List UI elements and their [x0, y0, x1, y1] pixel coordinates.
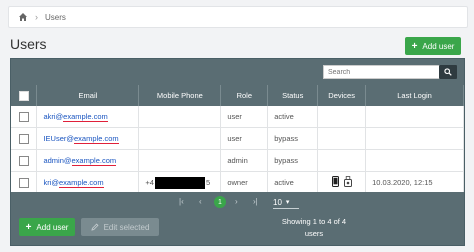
table-header-row: Email Mobile Phone Role Status Devices L… — [11, 85, 464, 106]
email-cell[interactable]: admin@example.com — [36, 149, 140, 172]
table-row[interactable]: IEUser@example.com user bypass — [11, 127, 464, 150]
last-login-cell — [365, 127, 464, 150]
phone-cell — [138, 127, 222, 150]
add-user-button-bottom[interactable]: + Add user — [19, 218, 75, 236]
email-user: kri@ — [43, 178, 59, 187]
phone-prefix: +4 — [145, 177, 154, 187]
email-domain: example.com — [74, 134, 119, 144]
row-checkbox[interactable] — [18, 133, 29, 144]
showing-count: Showing 1 to 4 of 4 users — [259, 216, 369, 240]
add-user-label: Add user — [36, 222, 69, 232]
search-bar — [11, 59, 464, 85]
row-select-cell — [11, 149, 38, 172]
row-checkbox[interactable] — [18, 155, 29, 166]
row-select-cell — [11, 171, 38, 194]
row-select-cell — [11, 106, 38, 128]
search-icon — [444, 68, 452, 76]
plus-icon: + — [411, 40, 418, 52]
phone-cell — [138, 149, 222, 172]
phone-suffix: 5 — [205, 177, 211, 187]
devices-cell — [317, 171, 367, 194]
column-header-status[interactable]: Status — [267, 85, 319, 106]
breadcrumb-separator-icon: › — [35, 12, 38, 22]
current-page-button[interactable]: 1 — [214, 196, 226, 208]
select-all-cell — [11, 85, 38, 106]
users-panel: Email Mobile Phone Role Status Devices L… — [10, 58, 465, 246]
last-login-cell: 10.03.2020, 12:15 — [365, 171, 464, 194]
email-domain: example.com — [71, 156, 117, 166]
email-cell[interactable]: IEUser@example.com — [36, 127, 140, 150]
phone-redaction — [154, 176, 205, 189]
email-cell[interactable]: akri@example.com — [36, 106, 140, 128]
column-header-email[interactable]: Email — [36, 85, 140, 106]
first-page-icon[interactable]: |‹ — [179, 197, 184, 206]
users-table: Email Mobile Phone Role Status Devices L… — [11, 85, 464, 194]
add-user-label: Add user — [422, 41, 455, 51]
row-checkbox[interactable] — [18, 177, 29, 188]
email-domain: example.com — [63, 112, 108, 122]
showing-count-line2: users — [304, 229, 324, 238]
last-login-cell — [365, 106, 464, 128]
select-all-checkbox[interactable] — [18, 90, 29, 101]
row-select-cell — [11, 127, 38, 150]
search-button[interactable] — [439, 65, 457, 79]
email-user: admin@ — [43, 156, 72, 165]
page-title: Users — [10, 36, 47, 52]
role-cell: admin — [220, 149, 269, 172]
security-key-icon[interactable] — [343, 176, 352, 187]
last-page-icon[interactable]: ›| — [253, 197, 258, 206]
page-size-value: 10 — [273, 197, 282, 207]
status-cell: bypass — [267, 127, 319, 150]
mobile-device-icon[interactable] — [331, 176, 339, 187]
page-size-select[interactable]: 10 ▾ — [273, 196, 299, 209]
table-row[interactable]: admin@example.com admin bypass — [11, 149, 464, 172]
edit-selected-label: Edit selected — [103, 222, 150, 232]
next-page-icon[interactable]: › — [235, 197, 238, 206]
devices-cell — [317, 149, 367, 172]
showing-count-line1: Showing 1 to 4 of 4 — [281, 217, 347, 226]
row-checkbox[interactable] — [18, 111, 29, 122]
status-cell: bypass — [267, 149, 319, 172]
column-header-last-login[interactable]: Last Login — [365, 85, 464, 106]
breadcrumb: › Users — [8, 6, 468, 28]
devices-cell — [317, 106, 367, 128]
home-icon[interactable] — [18, 12, 28, 22]
search-input[interactable] — [323, 65, 441, 79]
breadcrumb-current: Users — [45, 12, 66, 22]
table-row[interactable]: akri@example.com user active — [11, 106, 464, 128]
role-cell: user — [220, 127, 269, 150]
status-cell: active — [267, 171, 319, 194]
column-header-role[interactable]: Role — [220, 85, 269, 106]
devices-cell — [317, 127, 367, 150]
role-cell: owner — [220, 171, 269, 194]
column-header-mobile-phone[interactable]: Mobile Phone — [138, 85, 222, 106]
status-cell: active — [267, 106, 319, 128]
email-user: IEUser@ — [43, 134, 75, 143]
footer-bar: + Add user Edit selected Showing 1 to 4 … — [11, 213, 464, 245]
add-user-button[interactable]: + Add user — [405, 37, 461, 55]
chevron-down-icon: ▾ — [285, 199, 290, 206]
edit-selected-button[interactable]: Edit selected — [81, 218, 159, 236]
phone-cell: +4 5 — [138, 171, 222, 194]
table-row[interactable]: kri@example.com +4 5 owner active 10.03.2… — [11, 171, 464, 194]
email-cell[interactable]: kri@example.com — [36, 171, 140, 194]
role-cell: user — [220, 106, 269, 128]
prev-page-icon[interactable]: ‹ — [199, 197, 202, 206]
last-login-cell — [365, 149, 464, 172]
plus-icon: + — [25, 221, 32, 233]
pagination-bar: |‹ ‹ 1 › ›| 10 ▾ — [11, 192, 464, 213]
phone-cell — [138, 106, 222, 128]
column-header-devices[interactable]: Devices — [317, 85, 367, 106]
edit-icon — [90, 223, 99, 231]
email-domain: example.com — [59, 178, 104, 188]
email-user: akri@ — [43, 112, 64, 121]
